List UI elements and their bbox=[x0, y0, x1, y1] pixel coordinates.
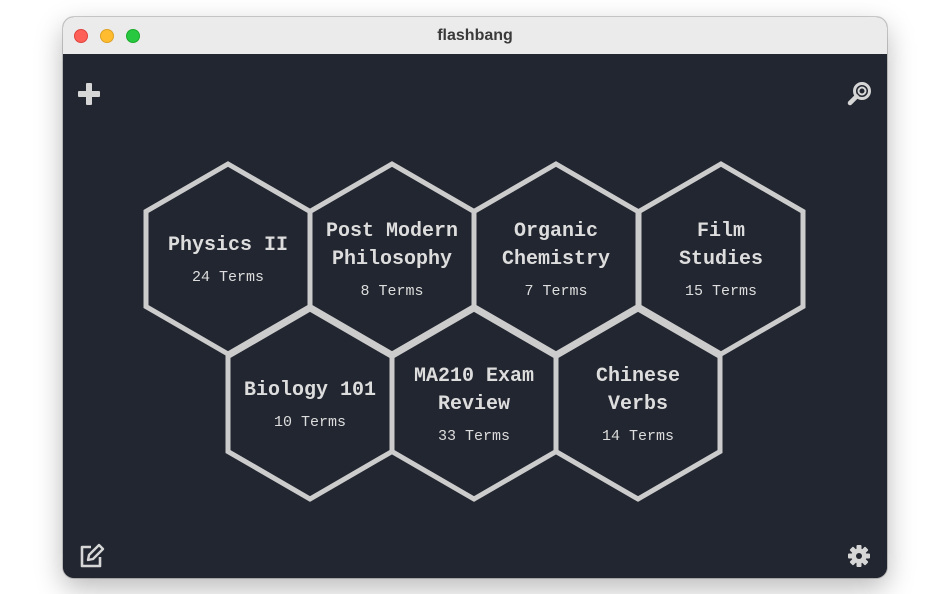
main-content: Physics II 24 Terms Post Modern Philosophy 8… bbox=[63, 54, 887, 578]
deck-title: Chinese bbox=[596, 365, 680, 388]
title-bar: flashbang bbox=[63, 17, 887, 55]
deck-title: Review bbox=[438, 393, 510, 416]
deck-title: Philosophy bbox=[332, 248, 452, 271]
app-window: flashbang Physics II 24 Terms Post Modern P… bbox=[63, 17, 887, 578]
deck-term-count: 10 Terms bbox=[274, 414, 346, 431]
deck-term-count: 33 Terms bbox=[438, 428, 510, 445]
window-title: flashbang bbox=[437, 27, 513, 44]
deck-honeycomb: Physics II 24 Terms Post Modern Philosophy 8… bbox=[143, 161, 806, 502]
deck-title: MA210 Exam bbox=[414, 365, 534, 388]
edit-button[interactable] bbox=[77, 542, 105, 570]
deck-term-count: 14 Terms bbox=[602, 428, 674, 445]
settings-button[interactable] bbox=[845, 542, 873, 570]
deck-title: Film bbox=[697, 220, 745, 243]
deck-title: Chemistry bbox=[502, 248, 610, 271]
deck-term-count: 8 Terms bbox=[360, 283, 423, 300]
deck-title: Biology 101 bbox=[244, 379, 376, 402]
deck-title: Post Modern bbox=[326, 220, 458, 243]
deck-title: Studies bbox=[679, 248, 763, 271]
deck-term-count: 15 Terms bbox=[685, 283, 757, 300]
deck-title: Organic bbox=[514, 220, 598, 243]
deck-title: Verbs bbox=[608, 393, 668, 416]
deck-title: Physics II bbox=[168, 234, 288, 257]
gear-icon bbox=[848, 545, 870, 567]
deck-term-count: 24 Terms bbox=[192, 269, 264, 286]
deck-term-count: 7 Terms bbox=[524, 283, 587, 300]
edit-icon bbox=[80, 543, 105, 568]
